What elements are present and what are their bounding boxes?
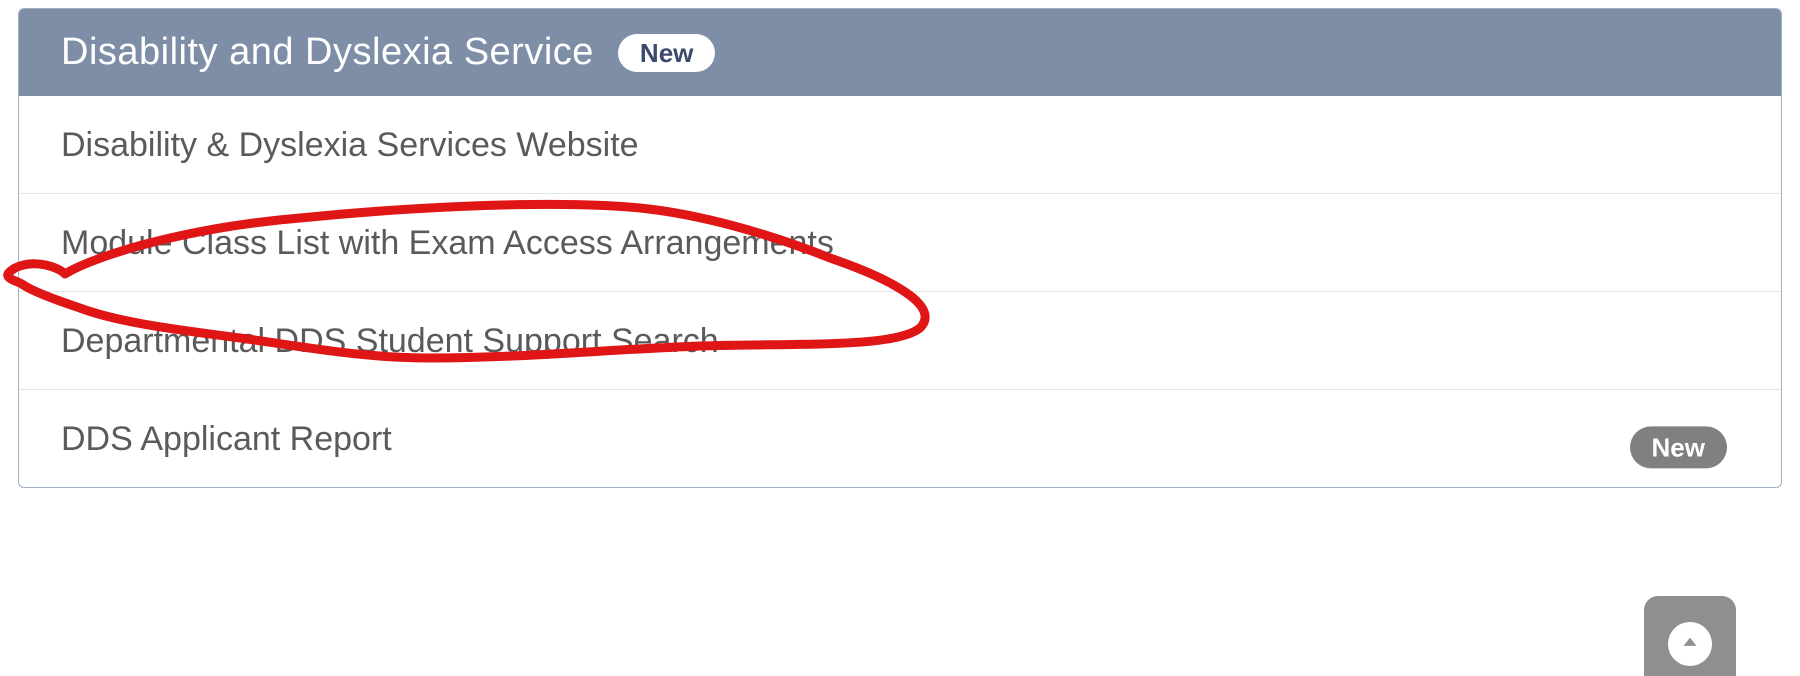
header-new-badge: New (618, 34, 715, 72)
list-item-label: Disability & Dyslexia Services Website (61, 126, 639, 164)
item-new-badge: New (1630, 426, 1727, 468)
dds-panel: Disability and Dyslexia Service New Disa… (18, 8, 1782, 488)
list-item-module-class-list[interactable]: Module Class List with Exam Access Arran… (19, 194, 1781, 292)
list-item-applicant-report[interactable]: DDS Applicant Report New (19, 390, 1781, 487)
list-item-label: Departmental DDS Student Support Search (61, 322, 719, 360)
list-item-label: Module Class List with Exam Access Arran… (61, 224, 834, 262)
list-item-dds-website[interactable]: Disability & Dyslexia Services Website (19, 96, 1781, 194)
list-item-label: DDS Applicant Report (61, 420, 392, 458)
panel-list: Disability & Dyslexia Services Website M… (19, 96, 1781, 487)
panel-title: Disability and Dyslexia Service (61, 31, 594, 74)
scroll-to-top-button[interactable] (1644, 596, 1736, 676)
panel-header[interactable]: Disability and Dyslexia Service New (19, 9, 1781, 96)
list-item-departmental-search[interactable]: Departmental DDS Student Support Search (19, 292, 1781, 390)
arrow-up-icon (1668, 622, 1712, 666)
